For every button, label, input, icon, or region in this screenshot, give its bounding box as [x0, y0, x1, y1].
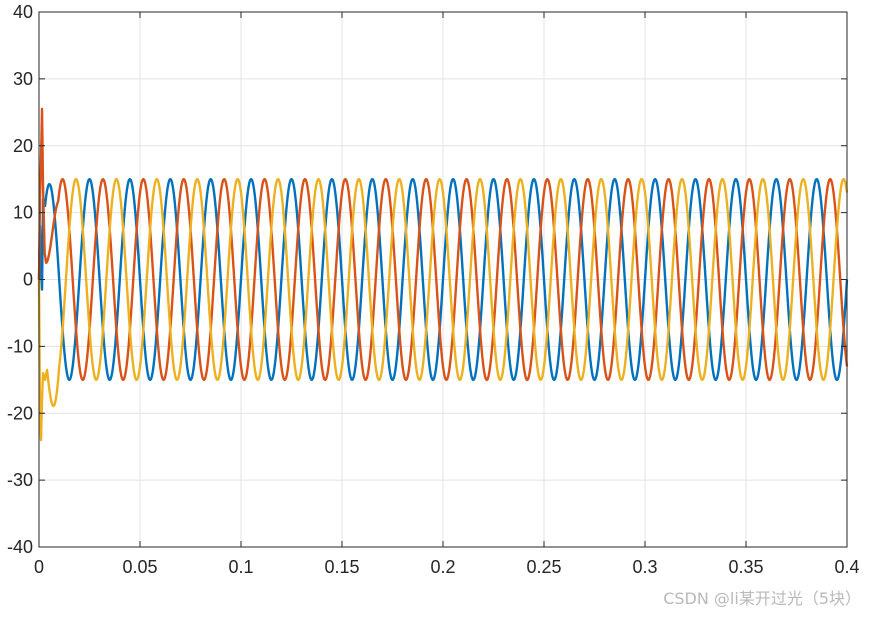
x-tick-label: 0.2 — [430, 557, 455, 577]
line-chart: 0 0.05 0.1 0.15 0.2 0.25 0.3 0.35 0.4 40 30 20 10 0 -1… — [7, 2, 860, 577]
watermark: CSDN @li某开过光（5块） — [663, 589, 861, 608]
x-tick-label: 0.05 — [122, 557, 157, 577]
y-tick-label: -40 — [7, 537, 33, 557]
x-tick-label: 0.1 — [228, 557, 253, 577]
y-tick-label: 30 — [13, 69, 33, 89]
y-tick-label: -10 — [7, 336, 33, 356]
y-tick-label: 10 — [13, 203, 33, 223]
x-tick-label: 0 — [34, 557, 44, 577]
x-tick-label: 0.4 — [834, 557, 859, 577]
y-tick-label: 40 — [13, 2, 33, 22]
y-tick-label: -20 — [7, 403, 33, 423]
x-tick-label: 0.3 — [632, 557, 657, 577]
y-tick-label: 0 — [23, 270, 33, 290]
x-tick-label: 0.15 — [324, 557, 359, 577]
x-tick-label: 0.35 — [728, 557, 763, 577]
x-tick-label: 0.25 — [526, 557, 561, 577]
y-tick-label: -30 — [7, 470, 33, 490]
y-tick-label: 20 — [13, 136, 33, 156]
